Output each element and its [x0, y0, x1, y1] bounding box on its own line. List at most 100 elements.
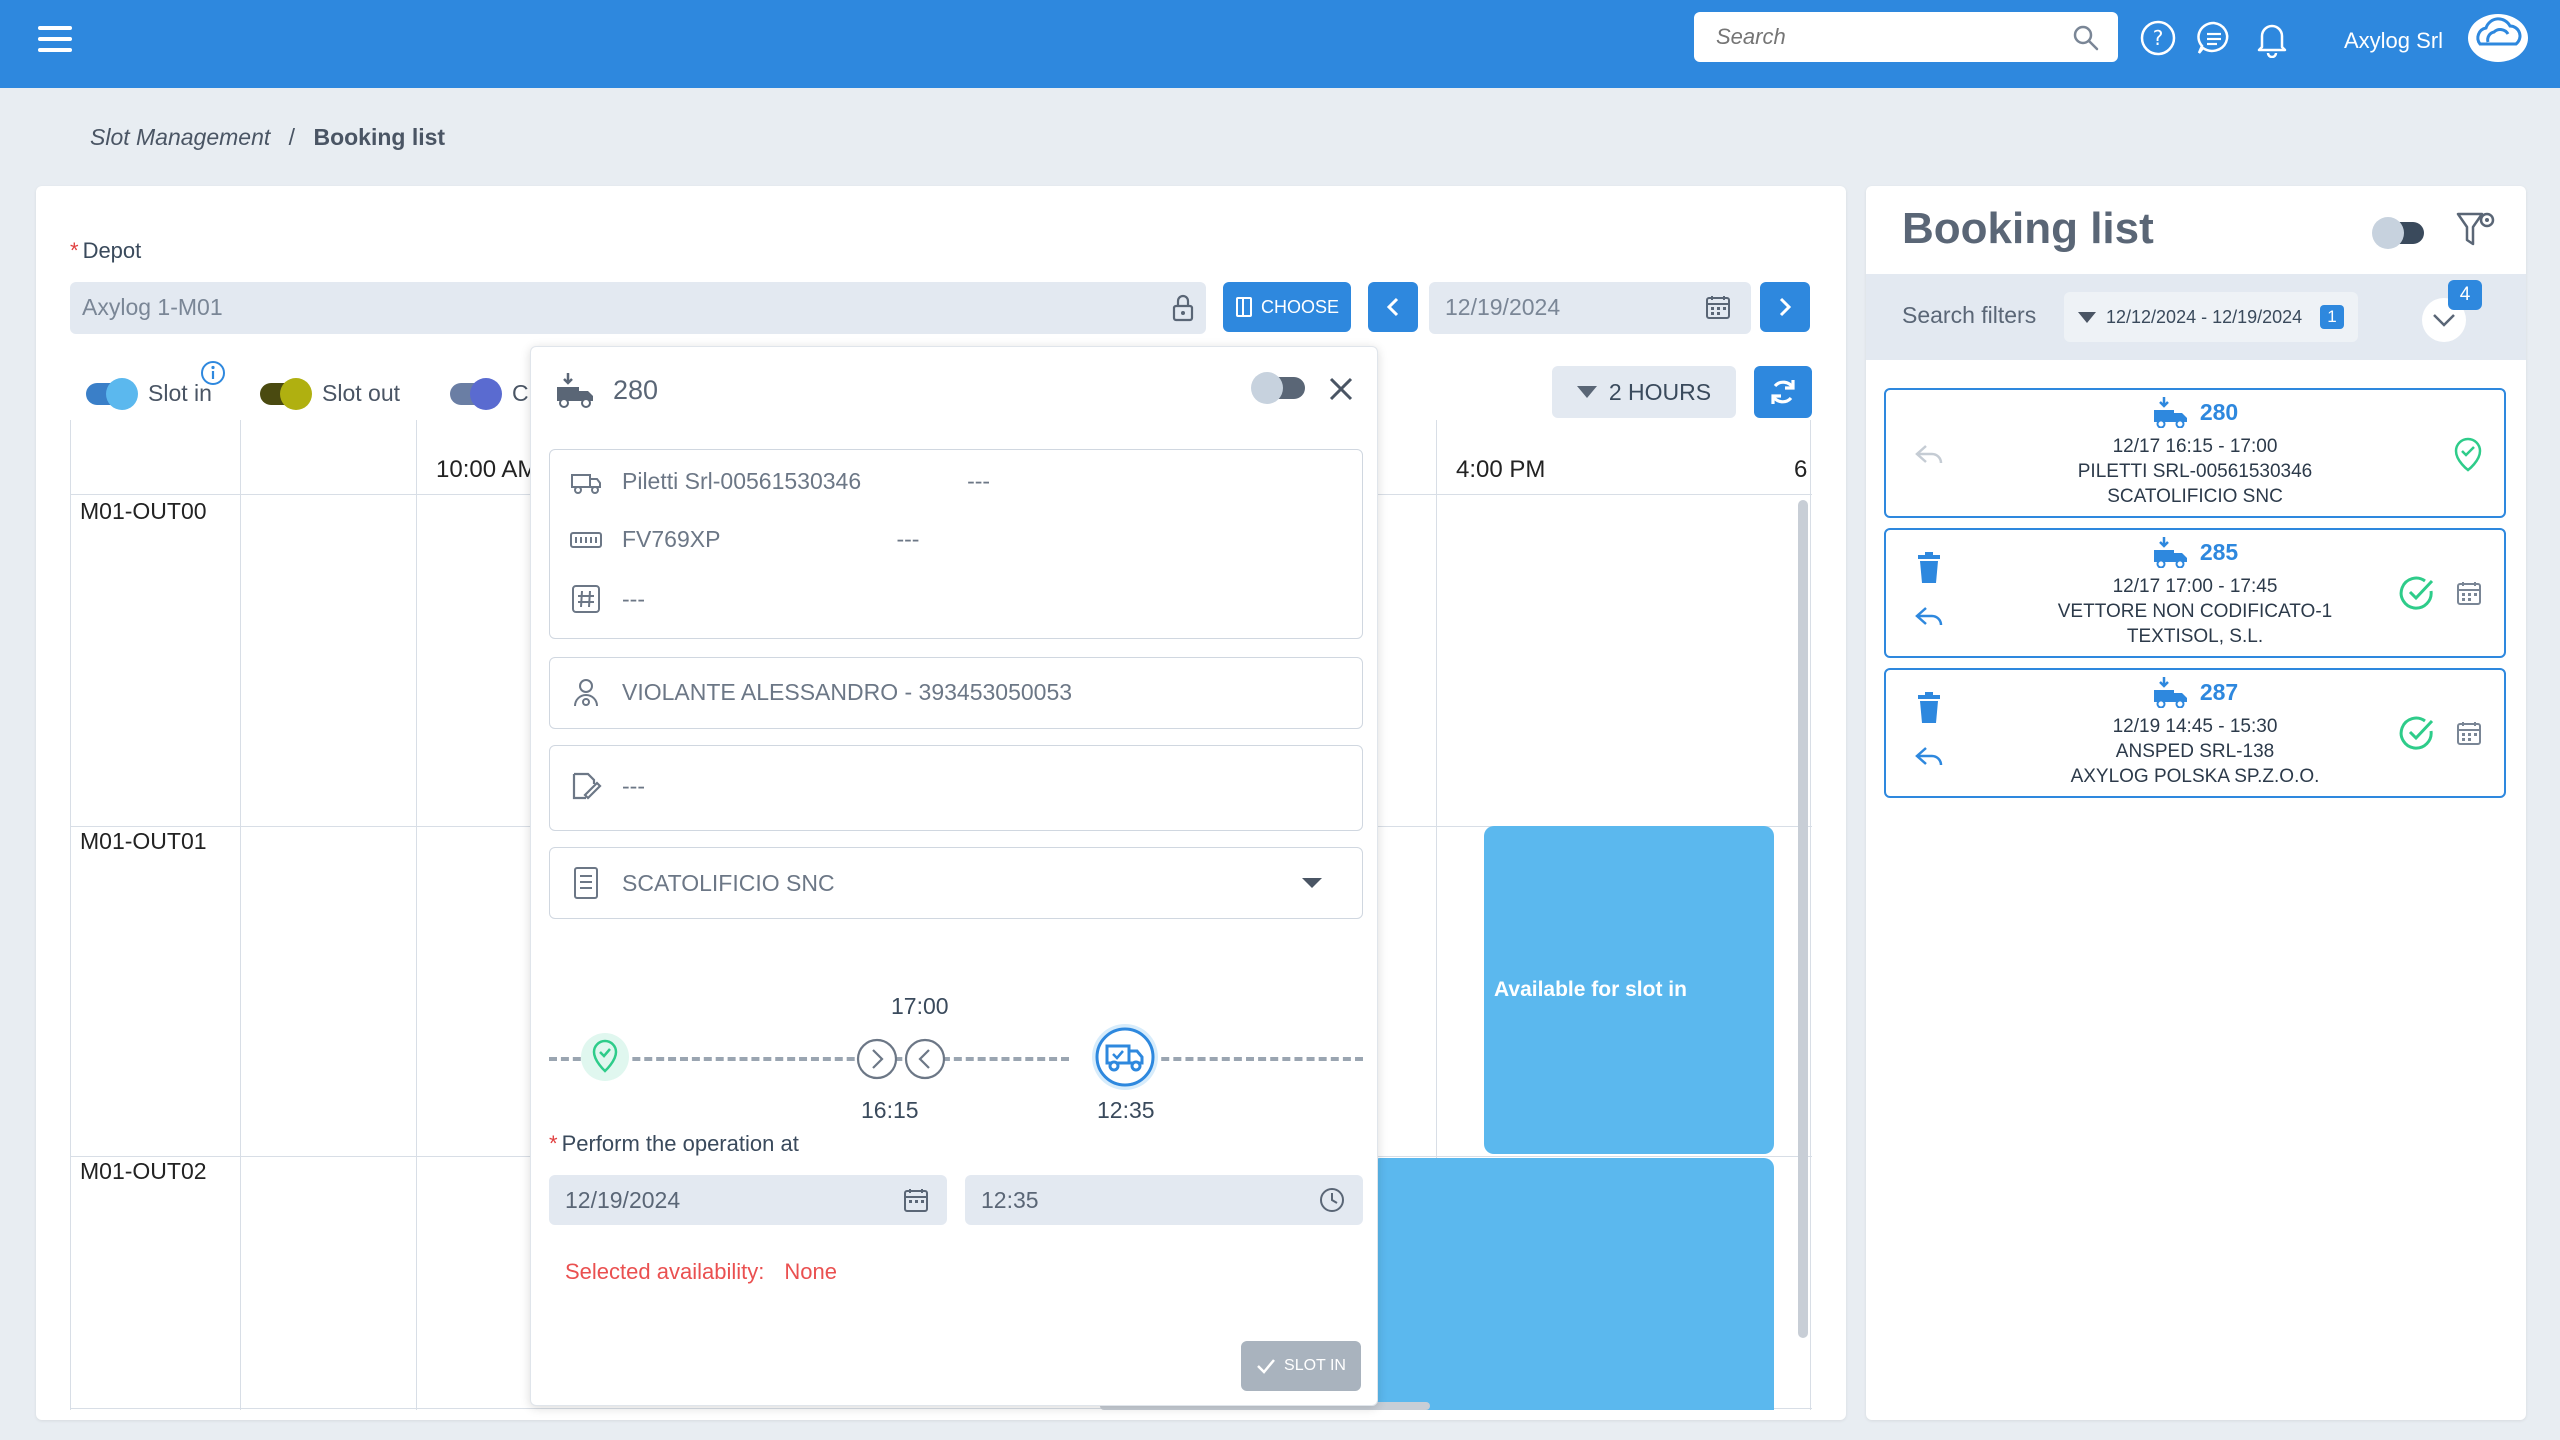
info-icon[interactable] — [200, 360, 226, 386]
notes-box[interactable]: --- — [549, 745, 1363, 831]
available-slot-block[interactable]: Available for slot in — [1484, 826, 1774, 1154]
company-logo[interactable] — [2466, 12, 2530, 64]
reply-icon[interactable] — [1914, 744, 1944, 770]
location-check-icon — [2454, 437, 2482, 472]
help-icon[interactable]: ? — [2138, 18, 2178, 58]
depot-field: Axylog 1-M01 — [70, 282, 1206, 334]
calendar-icon[interactable] — [2456, 720, 2482, 746]
filter-count-badge: 1 — [2320, 305, 2344, 329]
search-filters-bar: Search filters 12/12/2024 - 12/19/2024 1… — [1866, 274, 2526, 360]
clock-icon[interactable] — [1319, 1187, 1345, 1213]
calendar-icon[interactable] — [903, 1187, 929, 1213]
unloading-truck-icon — [2153, 677, 2187, 708]
breadcrumb-slot-management[interactable]: Slot Management — [90, 124, 270, 150]
trash-icon[interactable] — [1916, 692, 1942, 724]
selected-availability: Selected availability: None — [565, 1259, 837, 1284]
notes-row: --- — [568, 770, 645, 802]
row-label: M01-OUT00 — [80, 498, 207, 524]
hours-label: 2 HOURS — [1608, 378, 1712, 405]
slot-in-button[interactable]: SLOT IN — [1241, 1341, 1361, 1391]
hash-icon — [572, 585, 600, 613]
timeline-top-time: 17:00 — [891, 993, 949, 1019]
slot-out-toggle[interactable]: Slot out — [260, 377, 400, 410]
unloading-truck-icon — [557, 373, 593, 408]
menu-icon[interactable] — [38, 26, 72, 56]
vehicle-info-box: Piletti Srl-00561530346 --- FV769XP --- … — [549, 449, 1363, 639]
booking-list-title: Booking list — [1902, 204, 2154, 253]
refresh-icon — [1771, 380, 1795, 404]
booking-list-panel: Booking list Search filters 12/12/2024 -… — [1866, 186, 2526, 1420]
search-input[interactable] — [1694, 12, 2054, 62]
prev-date-button[interactable] — [1368, 282, 1418, 332]
close-icon[interactable] — [1323, 371, 1359, 407]
time-label: 4:00 PM — [1456, 456, 1546, 483]
refresh-button[interactable] — [1754, 366, 1812, 418]
filter-settings-icon[interactable] — [2454, 208, 2498, 252]
top-bar: ? Axylog Srl — [0, 0, 2560, 88]
next-date-button[interactable] — [1760, 282, 1810, 332]
driver-row: VIOLANTE ALESSANDRO - 393453050053 — [568, 676, 1072, 708]
calendar-icon[interactable] — [2456, 580, 2482, 606]
third-toggle[interactable]: Cl — [450, 377, 534, 410]
timeline: 17:00 16:15 12:35 — [549, 993, 1363, 1133]
chat-icon[interactable] — [2194, 18, 2234, 58]
perform-label: * Perform the operation at — [549, 1131, 799, 1156]
search-box[interactable] — [1694, 12, 2118, 62]
depot-value: Axylog 1-M01 — [82, 294, 223, 320]
unloading-truck-icon — [2153, 537, 2187, 568]
document-icon — [574, 867, 598, 899]
search-icon[interactable] — [2072, 24, 2100, 52]
perform-time-input[interactable]: 12:35 — [965, 1175, 1363, 1225]
customer-row: SCATOLIFICIO SNC — [568, 866, 835, 900]
booking-card-header: 287 — [1886, 676, 2504, 708]
customer-select[interactable]: SCATOLIFICIO SNC — [549, 847, 1363, 919]
breadcrumb-separator: / — [288, 124, 296, 150]
slot-in-toggle[interactable]: Slot in — [86, 377, 212, 410]
calendar-icon[interactable] — [1705, 294, 1731, 320]
license-plate-icon — [570, 531, 602, 548]
popup-header: 280 — [555, 371, 658, 409]
user-name[interactable]: Axylog Srl — [2344, 28, 2443, 54]
driver-icon — [574, 679, 598, 707]
check-icon — [1257, 1359, 1275, 1374]
breadcrumb: Slot Management / Booking list — [90, 124, 445, 151]
date-value: 12/19/2024 — [1445, 294, 1561, 320]
caret-down-icon — [2078, 311, 2096, 323]
choose-icon — [1235, 297, 1252, 317]
plate-row: FV769XP --- — [568, 526, 919, 553]
unloading-truck-icon — [2153, 397, 2187, 428]
caret-down-icon — [1576, 386, 1597, 398]
reply-icon[interactable] — [1914, 604, 1944, 630]
available-slot-block[interactable] — [1370, 1158, 1774, 1410]
time-label: 10:00 AM — [436, 456, 538, 483]
bell-icon[interactable] — [2252, 18, 2292, 58]
booking-card[interactable]: 285 12/17 17:00 - 17:45 VETTORE NON CODI… — [1884, 528, 2506, 658]
booking-card-header: 285 — [1886, 536, 2504, 568]
row-label: M01-OUT02 — [80, 1158, 207, 1184]
chevron-down-icon[interactable] — [1302, 878, 1322, 888]
choose-button[interactable]: CHOOSE — [1223, 282, 1351, 332]
date-range-filter[interactable]: 12/12/2024 - 12/19/2024 1 — [2064, 292, 2358, 342]
chevron-down-icon — [2433, 314, 2455, 327]
check-circle-icon[interactable] — [2398, 714, 2436, 752]
vertical-scrollbar[interactable] — [1798, 500, 1808, 1338]
check-circle-icon[interactable] — [2398, 574, 2436, 612]
svg-text:?: ? — [2153, 26, 2164, 50]
reply-icon[interactable] — [1914, 442, 1944, 468]
breadcrumb-booking-list: Booking list — [313, 124, 446, 150]
booking-detail-popup: 280 Piletti Srl-00561530346 --- FV769XP … — [530, 346, 1378, 1406]
choose-label: CHOOSE — [1260, 296, 1339, 317]
popup-toggle[interactable] — [1251, 372, 1305, 404]
slot-out-label: Slot out — [322, 380, 400, 406]
booking-card[interactable]: 287 12/19 14:45 - 15:30 ANSPED SRL-138 A… — [1884, 668, 2506, 798]
booking-list-toggle[interactable] — [2372, 217, 2424, 249]
booking-card[interactable]: 280 12/17 16:15 - 17:00 PILETTI SRL-0056… — [1884, 388, 2506, 518]
hours-dropdown[interactable]: 2 HOURS — [1552, 366, 1736, 418]
search-filters-label: Search filters — [1902, 302, 2037, 328]
available-slot-label: Available for slot in — [1494, 978, 1687, 1001]
date-field[interactable]: 12/19/2024 — [1429, 282, 1751, 334]
carrier-row: Piletti Srl-00561530346 --- — [568, 468, 990, 495]
perform-date-input[interactable]: 12/19/2024 — [549, 1175, 947, 1225]
trash-icon[interactable] — [1916, 552, 1942, 584]
depot-label: * Depot — [70, 238, 142, 263]
